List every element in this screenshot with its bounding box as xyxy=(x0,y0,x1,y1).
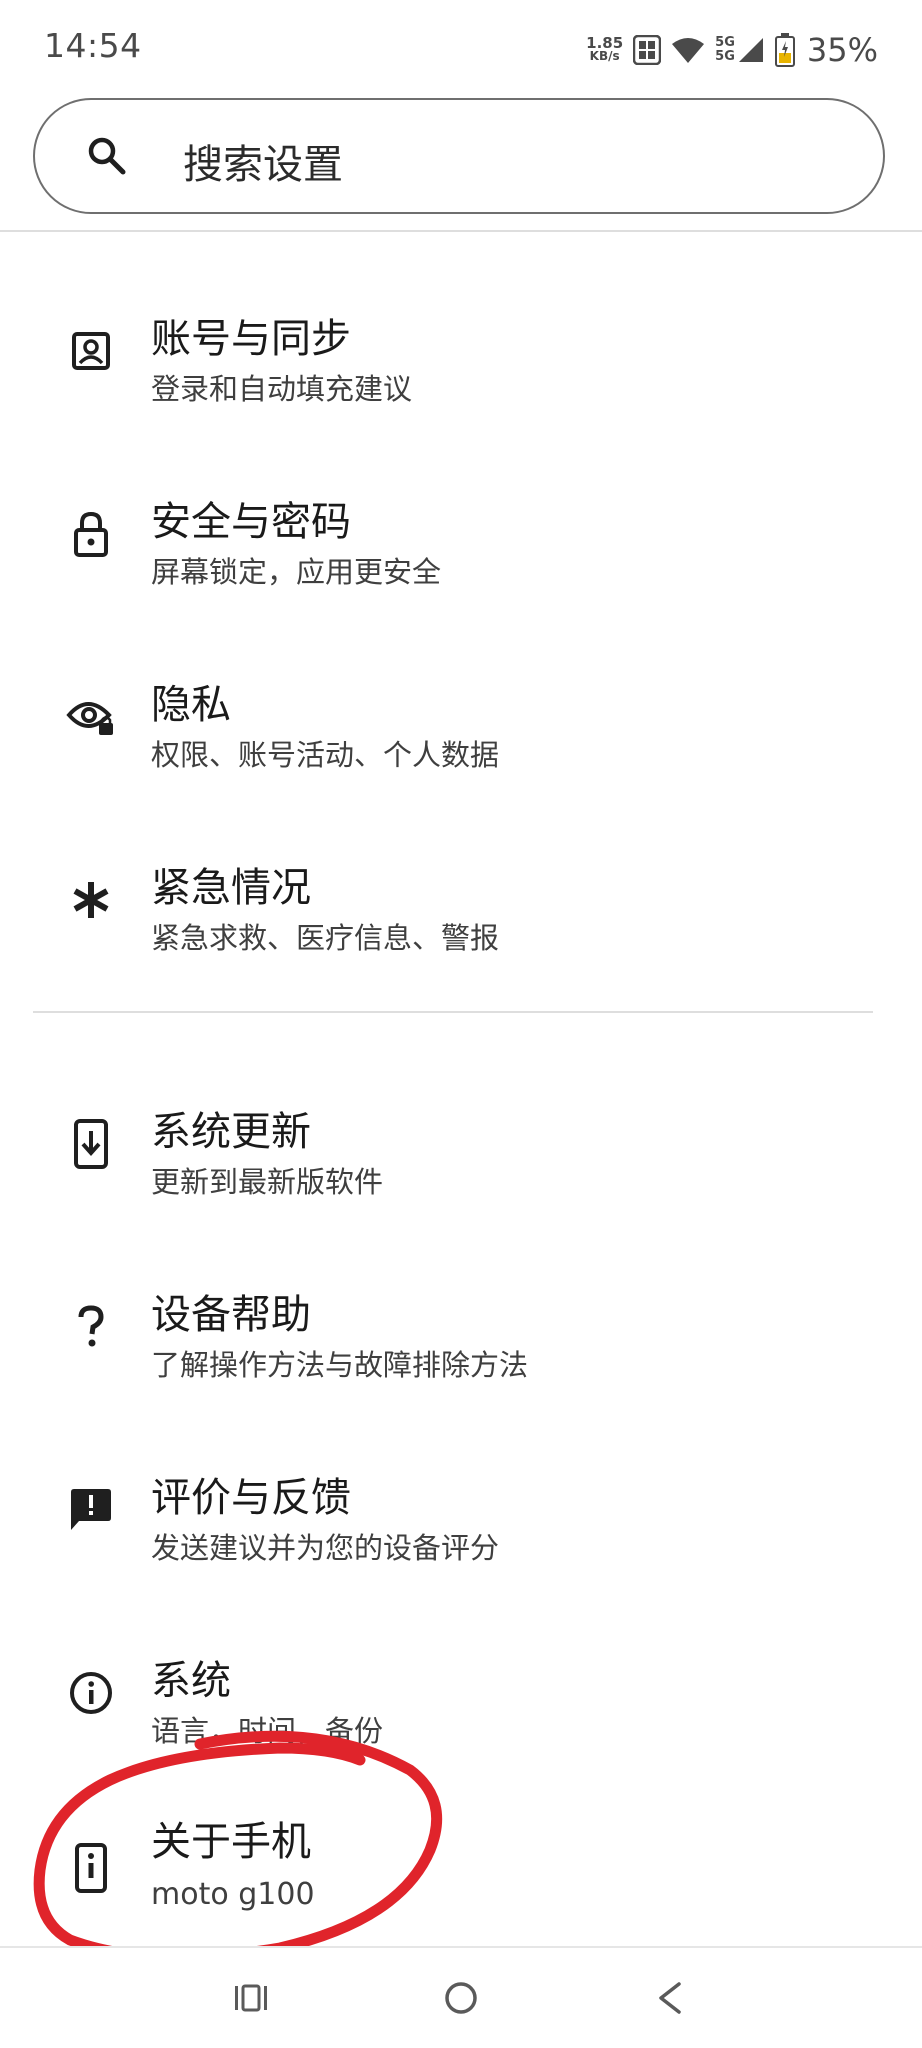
section-divider xyxy=(33,1011,873,1013)
setting-item-system[interactable]: 系统 语言，时间，备份 xyxy=(0,1622,922,1772)
network-speed-unit: KB/s xyxy=(589,49,620,63)
setting-subtitle: 紧急求救、医疗信息、警报 xyxy=(151,921,500,955)
asterisk-icon xyxy=(66,875,116,925)
hd-icon xyxy=(633,35,662,65)
recents-icon[interactable] xyxy=(221,1970,281,2026)
back-icon[interactable] xyxy=(641,1970,701,2026)
search-bar[interactable]: 搜索设置 xyxy=(33,98,885,214)
home-icon[interactable] xyxy=(431,1970,491,2026)
setting-title: 关于手机 xyxy=(151,1819,311,1865)
status-time: 14:54 xyxy=(44,26,142,65)
setting-item-privacy[interactable]: 隐私 权限、账号活动、个人数据 xyxy=(0,646,922,796)
battery-percent: 35% xyxy=(806,31,878,69)
setting-subtitle: 了解操作方法与故障排除方法 xyxy=(151,1348,529,1382)
search-icon xyxy=(87,136,127,176)
network-type-1: 5G xyxy=(715,35,735,50)
privacy-eye-icon xyxy=(66,692,116,742)
network-speed: 1.85 KB/s xyxy=(586,36,623,63)
feedback-icon xyxy=(66,1485,116,1535)
status-icons: 1.85 KB/s 5G 5G 35% xyxy=(586,28,878,72)
signal-icon: 5G 5G xyxy=(715,36,765,64)
setting-item-system-update[interactable]: 系统更新 更新到最新版软件 xyxy=(0,1073,922,1223)
setting-subtitle: 权限、账号活动、个人数据 xyxy=(151,738,500,772)
setting-title: 安全与密码 xyxy=(151,499,351,545)
wifi-icon xyxy=(671,36,705,64)
setting-subtitle: 语言，时间，备份 xyxy=(151,1714,384,1748)
setting-item-device-help[interactable]: 设备帮助 了解操作方法与故障排除方法 xyxy=(0,1256,922,1406)
setting-item-accounts[interactable]: 账号与同步 登录和自动填充建议 xyxy=(0,280,922,430)
account-box-icon xyxy=(66,326,116,376)
setting-subtitle: 屏幕锁定，应用更安全 xyxy=(151,555,442,589)
battery-icon xyxy=(774,33,795,67)
setting-title: 系统 xyxy=(151,1658,231,1704)
setting-title: 紧急情况 xyxy=(151,865,311,911)
navigation-bar xyxy=(0,1948,922,2048)
setting-item-emergency[interactable]: 紧急情况 紧急求救、医疗信息、警报 xyxy=(0,829,922,979)
divider xyxy=(0,230,922,232)
setting-item-security[interactable]: 安全与密码 屏幕锁定，应用更安全 xyxy=(0,463,922,613)
setting-title: 设备帮助 xyxy=(151,1292,311,1338)
setting-subtitle: moto g100 xyxy=(151,1877,315,1912)
search-placeholder: 搜索设置 xyxy=(183,142,343,188)
system-update-icon xyxy=(66,1119,116,1169)
setting-subtitle: 登录和自动填充建议 xyxy=(151,372,413,406)
setting-title: 系统更新 xyxy=(151,1109,311,1155)
lock-icon xyxy=(66,509,116,559)
setting-title: 隐私 xyxy=(151,682,231,728)
network-type-2: 5G xyxy=(715,49,735,64)
question-mark-icon xyxy=(66,1302,116,1352)
setting-item-feedback[interactable]: 评价与反馈 发送建议并为您的设备评分 xyxy=(0,1439,922,1589)
setting-title: 评价与反馈 xyxy=(151,1475,351,1521)
phone-info-icon xyxy=(66,1843,116,1893)
setting-subtitle: 发送建议并为您的设备评分 xyxy=(151,1531,500,1565)
status-bar: 14:54 1.85 KB/s 5G 5G 35% xyxy=(0,0,922,96)
settings-screen: 14:54 1.85 KB/s 5G 5G 35% 搜索设置 账号与同步 登录和… xyxy=(0,0,922,2048)
setting-item-about-phone[interactable]: 关于手机 moto g100 xyxy=(0,1785,922,1935)
setting-title: 账号与同步 xyxy=(151,316,351,362)
info-icon xyxy=(66,1668,116,1718)
setting-subtitle: 更新到最新版软件 xyxy=(151,1165,384,1199)
